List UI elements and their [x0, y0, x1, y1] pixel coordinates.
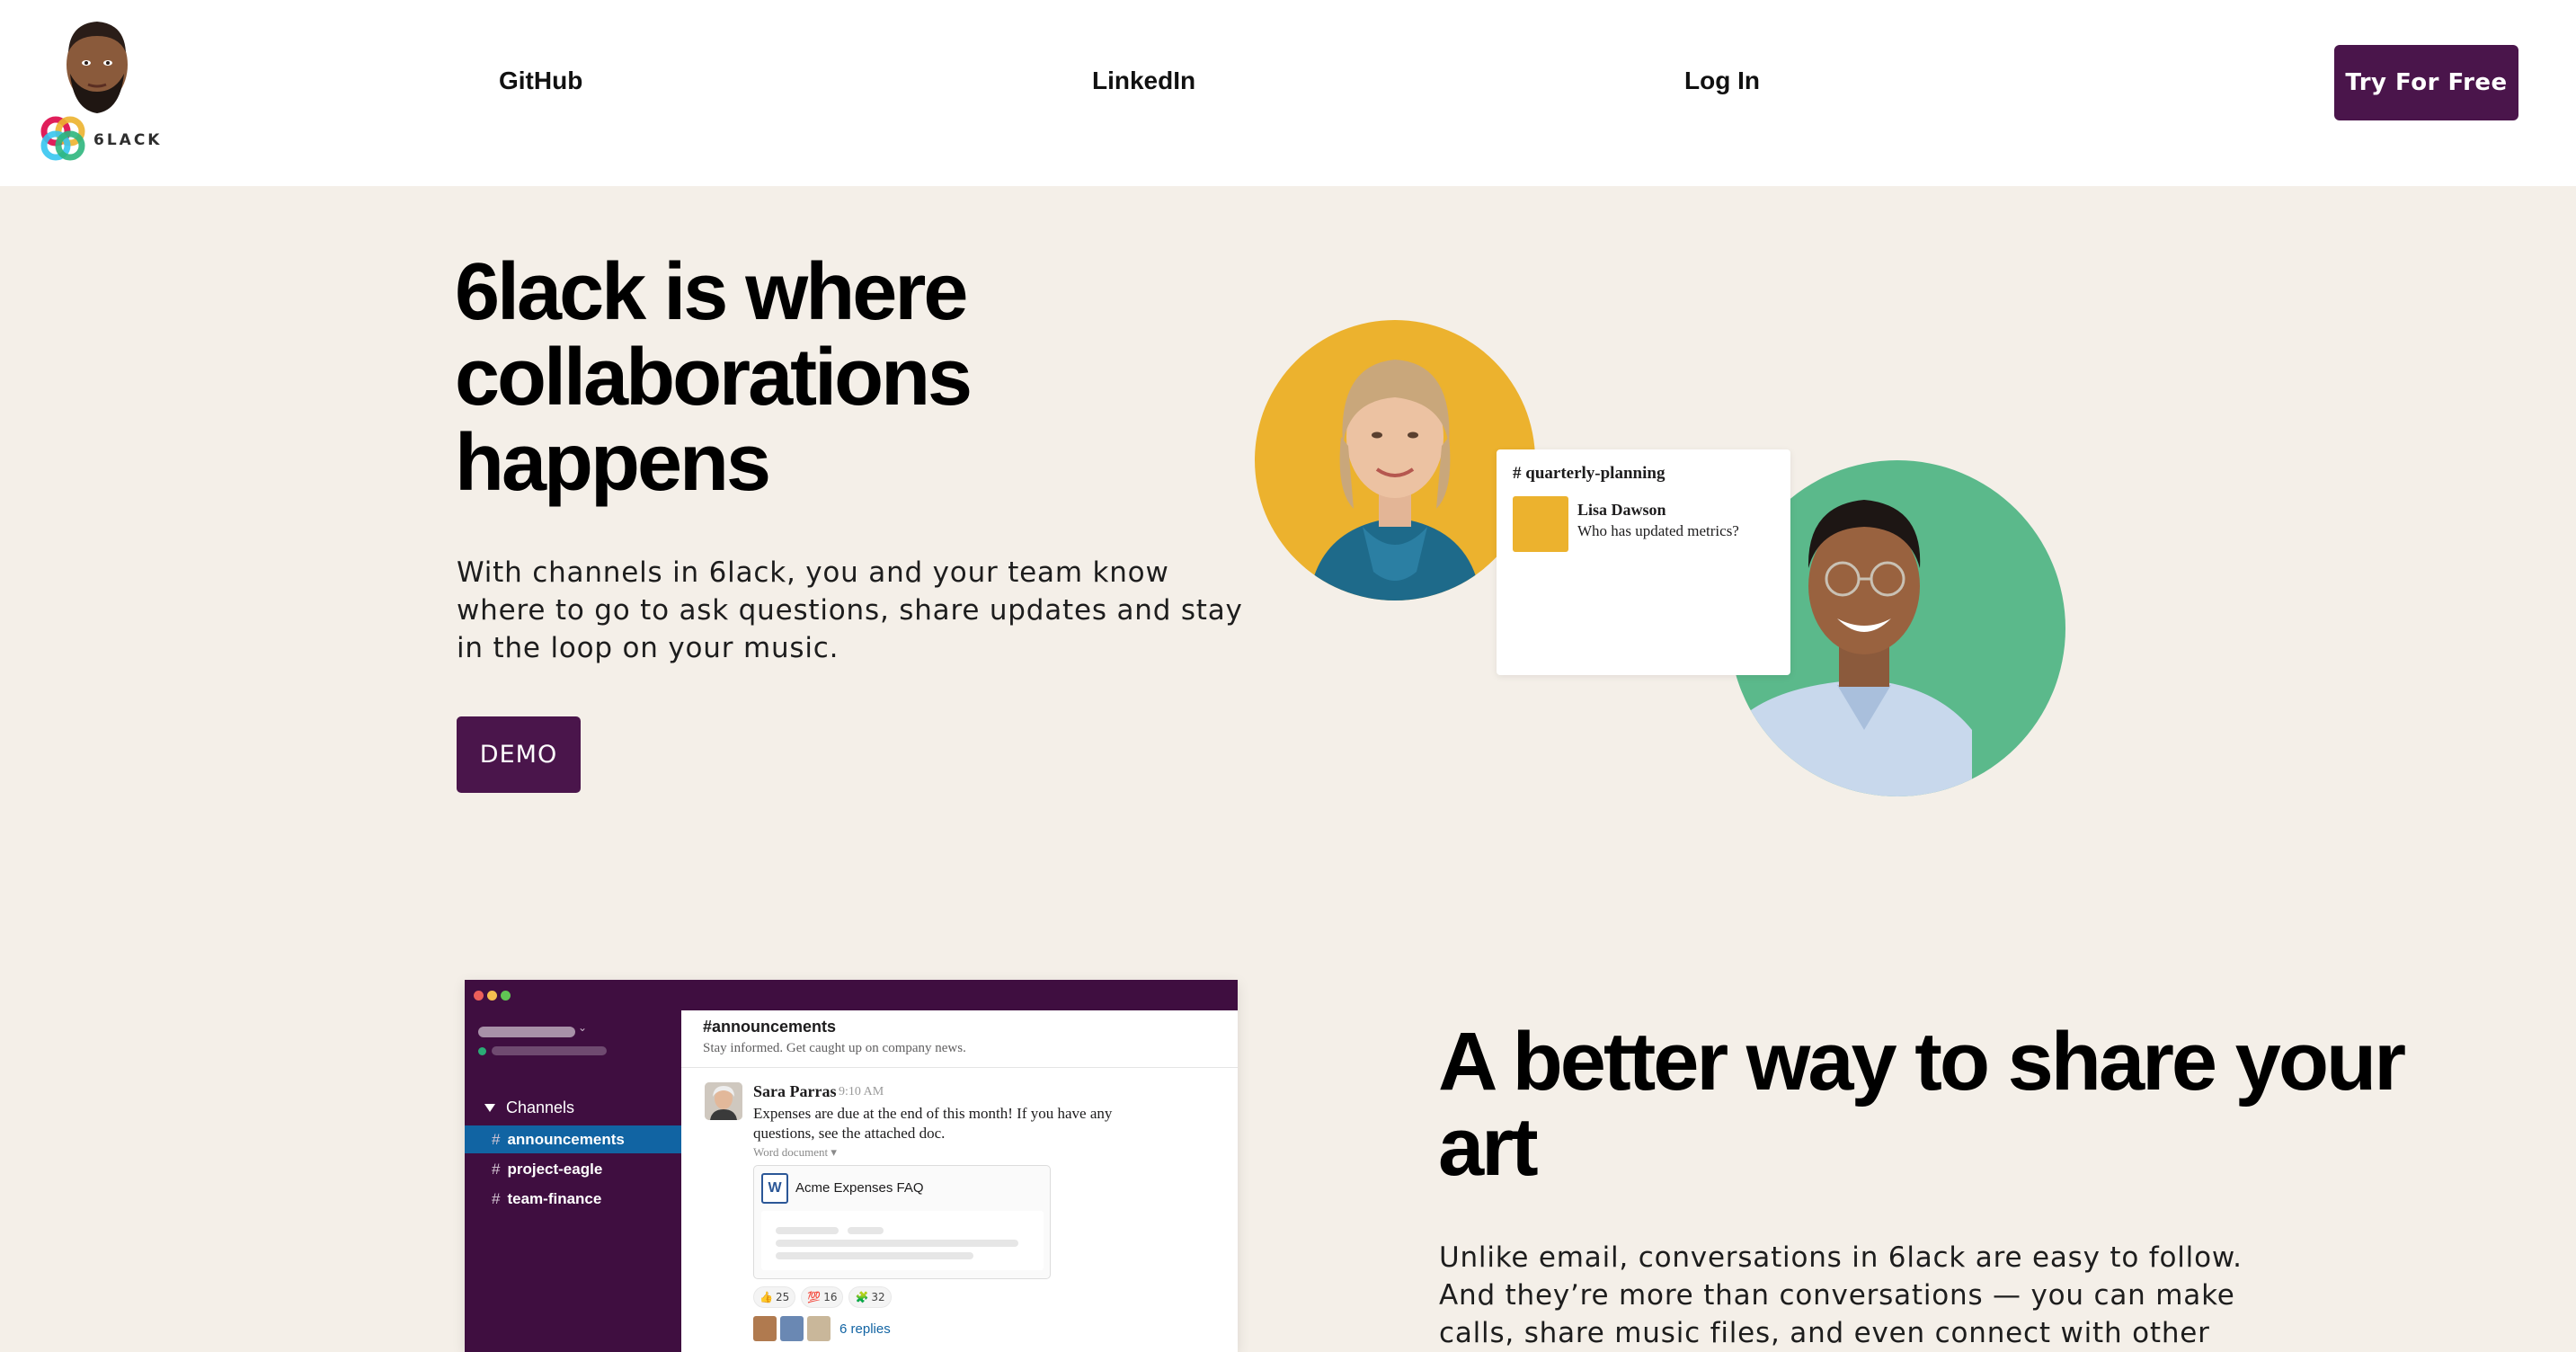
- thumbs-up-icon: 👍: [759, 1291, 773, 1303]
- clap-icon: 🧩: [855, 1291, 869, 1303]
- window-titlebar: [465, 980, 1238, 1010]
- attachment-name: Acme Expenses FAQ: [795, 1180, 924, 1196]
- channel-header: #announcements Stay informed. Get caught…: [681, 1010, 1238, 1068]
- sidebar-channel-label: project-eagle: [507, 1160, 603, 1178]
- reply-avatar: [780, 1316, 804, 1341]
- reaction-count: 25: [775, 1291, 790, 1303]
- chat-message-text: Who has updated metrics?: [1577, 522, 1739, 539]
- window-close-icon: [474, 991, 484, 1001]
- brand-logo[interactable]: 6LACK: [36, 13, 171, 165]
- channel-title: #announcements: [703, 1018, 837, 1036]
- attachment-type-text: Word document: [753, 1145, 829, 1159]
- channels-section-label: Channels: [506, 1098, 575, 1116]
- chevron-down-icon: ⌄: [578, 1021, 588, 1034]
- nav-github-link[interactable]: GitHub: [499, 67, 582, 95]
- user-name-placeholder: [492, 1046, 607, 1055]
- reply-avatar: [753, 1316, 777, 1341]
- hash-icon: #: [492, 1160, 501, 1178]
- nav-linkedin-link[interactable]: LinkedIn: [1092, 67, 1195, 95]
- person-avatar-icon: [705, 1082, 742, 1120]
- reaction-count: 16: [823, 1291, 838, 1303]
- channel-pane: #announcements Stay informed. Get caught…: [681, 1010, 1238, 1352]
- window-minimize-icon: [487, 991, 497, 1001]
- preview-line: [776, 1240, 1018, 1247]
- attachment-card[interactable]: W Acme Expenses FAQ: [753, 1165, 1051, 1279]
- channel-topic: Stay informed. Get caught up on company …: [703, 1041, 966, 1055]
- preview-line: [776, 1227, 839, 1234]
- attachment-preview: [761, 1211, 1044, 1270]
- preview-line: [776, 1252, 973, 1259]
- sidebar-channel-project-eagle[interactable]: # project-eagle: [465, 1155, 681, 1183]
- brand-mark-icon: [40, 116, 85, 161]
- woman-portrait-icon: [1309, 360, 1481, 600]
- attachment-type-label: Word document ▾: [753, 1145, 837, 1160]
- artist-avatar-icon: [67, 22, 128, 113]
- chat-channel-label: quarterly-planning: [1525, 464, 1666, 483]
- online-status-icon: [478, 1047, 486, 1055]
- site-header: 6LACK GitHub LinkedIn Log In Try For Fre…: [0, 0, 2576, 186]
- word-document-icon: W: [761, 1173, 788, 1204]
- preview-line: [848, 1227, 884, 1234]
- woman-portrait-image: [1255, 320, 1535, 600]
- nav-login-link[interactable]: Log In: [1684, 67, 1760, 95]
- reaction-heart[interactable]: 💯 16: [801, 1286, 844, 1308]
- sidebar-channel-label: team-finance: [507, 1189, 602, 1207]
- try-for-free-button[interactable]: Try For Free: [2334, 45, 2518, 120]
- chat-author-name: Lisa Dawson: [1577, 501, 1666, 519]
- hash-icon: #: [492, 1189, 501, 1207]
- thread-replies[interactable]: 6 replies: [753, 1316, 891, 1341]
- heart-icon: 💯: [807, 1291, 822, 1303]
- reaction-count: 32: [871, 1291, 885, 1303]
- message-author-name[interactable]: Sara Parras: [753, 1082, 836, 1101]
- sidebar-channel-team-finance[interactable]: # team-finance: [465, 1185, 681, 1213]
- app-sidebar: ⌄ Channels # announcements # project-eag…: [465, 1010, 681, 1352]
- hero-title: 6lack is where collaborations happens: [455, 247, 973, 508]
- section-description: Unlike email, conversations in 6lack are…: [1439, 1241, 2243, 1349]
- chat-preview-card: # quarterly-planning Lisa Dawson Who has…: [1497, 449, 1790, 675]
- workspace-name-placeholder: [478, 1027, 575, 1037]
- brand-name: 6LACK: [93, 131, 163, 149]
- message-author-avatar: [705, 1082, 742, 1120]
- chat-author-avatar: [1513, 496, 1568, 552]
- section-title: A better way to share your art: [1438, 1016, 2406, 1193]
- window-maximize-icon: [501, 991, 511, 1001]
- reaction-thumbs-up[interactable]: 👍 25: [753, 1286, 796, 1308]
- hero-description: With channels in 6lack, you and your tea…: [457, 556, 1243, 664]
- demo-button[interactable]: DEMO: [457, 716, 581, 793]
- message-timestamp: 9:10 AM: [839, 1085, 884, 1098]
- sidebar-channel-announcements[interactable]: # announcements: [465, 1125, 681, 1153]
- sidebar-channel-label: announcements: [507, 1130, 625, 1148]
- reaction-clap[interactable]: 🧩 32: [848, 1286, 892, 1308]
- app-screenshot: ⌄ Channels # announcements # project-eag…: [465, 980, 1238, 1352]
- replies-count: 6 replies: [839, 1321, 891, 1337]
- chevron-down-icon: ▾: [831, 1145, 837, 1159]
- message-text: Expenses are due at the end of this mont…: [753, 1105, 1113, 1142]
- caret-down-icon: [484, 1104, 495, 1112]
- channels-section-toggle[interactable]: Channels: [484, 1098, 574, 1117]
- reaction-bar: 👍 25 💯 16 🧩 32: [753, 1286, 892, 1308]
- hash-icon: #: [492, 1130, 501, 1148]
- reply-avatar: [807, 1316, 831, 1341]
- hash-icon: #: [1513, 464, 1526, 483]
- chat-channel-name: # quarterly-planning: [1513, 464, 1665, 484]
